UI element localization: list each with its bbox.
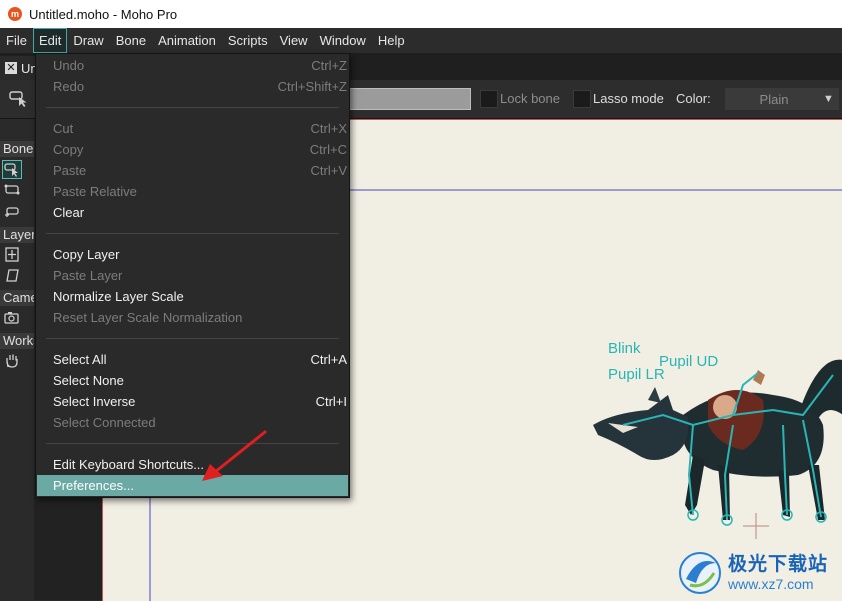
menu-separator [46, 338, 339, 339]
menu-bone[interactable]: Bone [110, 28, 152, 53]
menu-bar: File Edit Draw Bone Animation Scripts Vi… [0, 28, 842, 53]
transform-bone-icon[interactable] [3, 182, 21, 199]
menu-view[interactable]: View [274, 28, 314, 53]
lasso-mode-label: Lasso mode [593, 91, 664, 106]
menu-animation[interactable]: Animation [152, 28, 222, 53]
select-bone-tool-icon[interactable] [9, 89, 29, 107]
camera-icon[interactable] [3, 309, 21, 326]
menu-item-paste-layer[interactable]: Paste Layer [36, 265, 349, 286]
select-bone-icon[interactable] [2, 160, 22, 179]
lock-bone-label: Lock bone [500, 91, 560, 106]
menu-item-redo[interactable]: Redo Ctrl+Shift+Z [36, 76, 349, 97]
wolf-character-icon [593, 359, 842, 526]
color-select[interactable]: Plain ▼ [725, 88, 839, 110]
menu-item-normalize-layer-scale[interactable]: Normalize Layer Scale [36, 286, 349, 307]
watermark: 极光下载站 www.xz7.com [676, 545, 842, 600]
watermark-logo-icon [679, 551, 721, 594]
bone-name-field[interactable] [349, 88, 471, 110]
hand-pan-icon[interactable] [3, 352, 21, 369]
menu-window[interactable]: Window [314, 28, 372, 53]
menu-edit[interactable]: Edit [32, 28, 68, 53]
menu-item-select-all[interactable]: Select All Ctrl+A [36, 349, 349, 370]
tools-section-bone: Bone [0, 141, 34, 157]
document-tab[interactable]: ✕ Untitled.moho [0, 56, 40, 80]
menu-item-select-none[interactable]: Select None [36, 370, 349, 391]
menu-item-paste-relative[interactable]: Paste Relative [36, 181, 349, 202]
menu-item-cut[interactable]: Cut Ctrl+X [36, 118, 349, 139]
menu-separator [46, 233, 339, 234]
color-select-value: Plain [759, 91, 789, 107]
origin-crosshair-icon [743, 513, 769, 539]
color-label: Color: [676, 91, 711, 106]
menu-item-select-inverse[interactable]: Select Inverse Ctrl+I [36, 391, 349, 412]
menu-item-clear[interactable]: Clear [36, 202, 349, 223]
menu-item-undo[interactable]: Undo Ctrl+Z [36, 55, 349, 76]
menu-file[interactable]: File [0, 28, 33, 53]
window-title: Untitled.moho - Moho Pro [29, 6, 178, 22]
chevron-down-icon: ▼ [823, 93, 834, 105]
tools-section-workspace: Workspace [0, 333, 34, 349]
menu-separator [46, 107, 339, 108]
watermark-url: www.xz7.com [728, 575, 814, 592]
lock-bone-checkbox[interactable] [480, 90, 498, 108]
moho-logo-icon: m [8, 7, 22, 21]
tools-panel: Bone Layer Camera Workspace [0, 119, 35, 600]
menu-item-reset-layer-scale[interactable]: Reset Layer Scale Normalization [36, 307, 349, 328]
annotation-arrow-icon [202, 430, 267, 481]
menu-draw[interactable]: Draw [67, 28, 109, 53]
menu-help[interactable]: Help [372, 28, 411, 53]
title-bar: m Untitled.moho - Moho Pro [0, 0, 842, 28]
transform-layer-icon[interactable] [3, 246, 21, 263]
menu-scripts[interactable]: Scripts [222, 28, 274, 53]
tools-section-layer: Layer [0, 227, 34, 243]
add-bone-icon[interactable] [3, 203, 21, 220]
lasso-mode-checkbox[interactable] [573, 90, 591, 108]
menu-item-paste[interactable]: Paste Ctrl+V [36, 160, 349, 181]
menu-item-copy-layer[interactable]: Copy Layer [36, 244, 349, 265]
menu-item-copy[interactable]: Copy Ctrl+C [36, 139, 349, 160]
tools-section-camera: Camera [0, 290, 34, 306]
set-origin-icon[interactable] [3, 267, 21, 284]
close-icon[interactable]: ✕ [5, 62, 17, 74]
watermark-name: 极光下载站 [728, 553, 829, 575]
